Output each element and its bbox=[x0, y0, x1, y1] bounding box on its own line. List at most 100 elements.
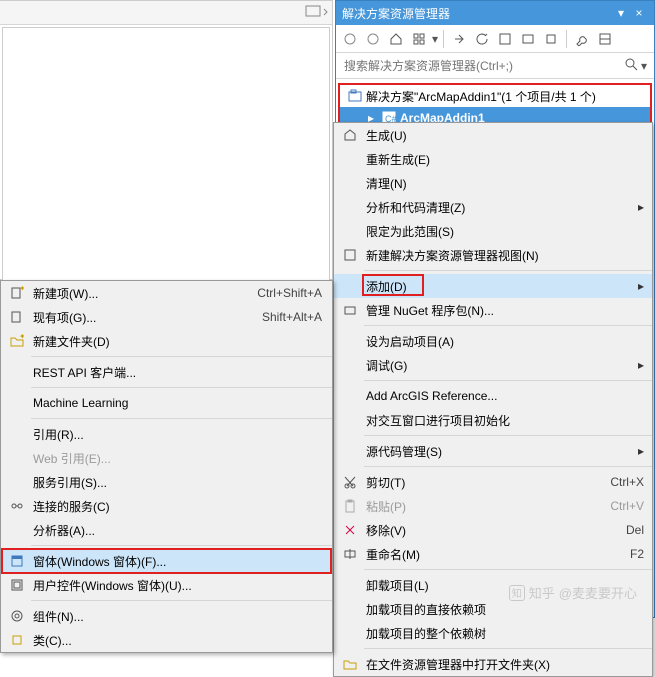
submenu-arrow-icon: ▸ bbox=[632, 279, 644, 293]
context-menu-item[interactable]: 新建解决方案资源管理器视图(N) bbox=[334, 243, 652, 267]
usercontrol-icon bbox=[5, 578, 29, 592]
menu-item-label: 在文件资源管理器中打开文件夹(X) bbox=[362, 656, 644, 673]
submenu-item[interactable]: 连接的服务(C) bbox=[1, 494, 332, 518]
menu-item-label: 添加(D) bbox=[362, 278, 632, 295]
build-icon bbox=[338, 128, 362, 142]
submenu-item-label: 类(C)... bbox=[29, 632, 326, 649]
context-menu-item[interactable]: 分析和代码清理(Z)▸ bbox=[334, 195, 652, 219]
connected-icon bbox=[5, 499, 29, 513]
cut-icon bbox=[338, 475, 362, 489]
refresh-icon[interactable] bbox=[472, 29, 492, 49]
sync-icon[interactable] bbox=[449, 29, 469, 49]
properties-icon[interactable] bbox=[541, 29, 561, 49]
context-menu-item[interactable]: 设为启动项目(A) bbox=[334, 329, 652, 353]
context-menu-item[interactable]: 源代码管理(S)▸ bbox=[334, 439, 652, 463]
submenu-item-label: 用户控件(Windows 窗体)(U)... bbox=[29, 577, 326, 594]
editor-dropdown[interactable] bbox=[304, 4, 328, 21]
collapse-icon[interactable] bbox=[495, 29, 515, 49]
folder-icon bbox=[338, 657, 362, 671]
submenu-item[interactable]: 现有项(G)...Shift+Alt+A bbox=[1, 305, 332, 329]
menu-separator bbox=[31, 600, 332, 601]
toggle-icon[interactable] bbox=[595, 29, 615, 49]
menu-item-label: Add ArcGIS Reference... bbox=[362, 389, 644, 403]
context-menu-item[interactable]: 在文件资源管理器中打开文件夹(X) bbox=[334, 652, 652, 676]
context-menu-item[interactable]: 对交互窗口进行项目初始化 bbox=[334, 408, 652, 432]
forward-icon[interactable] bbox=[363, 29, 383, 49]
submenu-item[interactable]: 组件(N)... bbox=[1, 604, 332, 628]
add-submenu: ✦新建项(W)...Ctrl+Shift+A现有项(G)...Shift+Alt… bbox=[0, 280, 333, 653]
menu-item-label: 加载项目的整个依赖树 bbox=[362, 625, 644, 642]
submenu-item[interactable]: 引用(R)... bbox=[1, 422, 332, 446]
submenu-item[interactable]: Machine Learning bbox=[1, 391, 332, 415]
back-icon[interactable] bbox=[340, 29, 360, 49]
solution-node[interactable]: 解决方案"ArcMapAddin1"(1 个项目/共 1 个) bbox=[340, 85, 650, 107]
component-icon bbox=[5, 609, 29, 623]
grid-icon[interactable] bbox=[409, 29, 429, 49]
watermark-author: @麦麦要开心 bbox=[559, 583, 637, 602]
menu-separator bbox=[364, 435, 652, 436]
menu-item-label: 移除(V) bbox=[362, 522, 626, 539]
submenu-item[interactable]: 服务引用(S)... bbox=[1, 470, 332, 494]
editor-toolbar bbox=[0, 1, 332, 25]
context-menu-item[interactable]: 调试(G)▸ bbox=[334, 353, 652, 377]
menu-separator bbox=[364, 325, 652, 326]
close-icon[interactable]: × bbox=[630, 6, 648, 20]
submenu-item-label: 新建项(W)... bbox=[29, 285, 257, 302]
newitem-icon: ✦ bbox=[5, 286, 29, 300]
menu-item-label: 源代码管理(S) bbox=[362, 443, 632, 460]
submenu-item-label: 引用(R)... bbox=[29, 426, 326, 443]
home-icon[interactable] bbox=[386, 29, 406, 49]
context-menu-item[interactable]: 加载项目的整个依赖树 bbox=[334, 621, 652, 645]
menu-item-label: 粘贴(P) bbox=[362, 498, 610, 515]
menu-item-label: 加载项目的直接依赖项 bbox=[362, 601, 644, 618]
submenu-item[interactable]: 分析器(A)... bbox=[1, 518, 332, 542]
context-menu-item[interactable]: 添加(D)▸ bbox=[334, 274, 652, 298]
submenu-item-label: Web 引用(E)... bbox=[29, 450, 326, 467]
search-icon[interactable] bbox=[624, 57, 638, 74]
newfolder-icon: ✦ bbox=[5, 334, 29, 348]
submenu-item[interactable]: REST API 客户端... bbox=[1, 360, 332, 384]
context-menu-item[interactable]: 剪切(T)Ctrl+X bbox=[334, 470, 652, 494]
menu-item-shortcut: Ctrl+V bbox=[610, 499, 644, 513]
submenu-item[interactable]: ✦新建项(W)...Ctrl+Shift+A bbox=[1, 281, 332, 305]
menu-item-label: 管理 NuGet 程序包(N)... bbox=[362, 302, 644, 319]
submenu-item-label: REST API 客户端... bbox=[29, 364, 326, 381]
watermark: 知 知乎 @麦麦要开心 bbox=[509, 583, 637, 602]
submenu-item-label: 现有项(G)... bbox=[29, 309, 262, 326]
submenu-item-label: 分析器(A)... bbox=[29, 522, 326, 539]
rename-icon bbox=[338, 547, 362, 561]
context-menu-item[interactable]: 清理(N) bbox=[334, 171, 652, 195]
menu-item-label: 剪切(T) bbox=[362, 474, 610, 491]
menu-item-label: 新建解决方案资源管理器视图(N) bbox=[362, 247, 644, 264]
context-menu-item[interactable]: 重命名(M)F2 bbox=[334, 542, 652, 566]
class-icon bbox=[5, 633, 29, 647]
submenu-item-label: 连接的服务(C) bbox=[29, 498, 326, 515]
zhihu-logo-icon: 知 bbox=[509, 585, 525, 601]
menu-separator bbox=[364, 569, 652, 570]
submenu-item-label: 服务引用(S)... bbox=[29, 474, 326, 491]
context-menu-item[interactable]: 粘贴(P)Ctrl+V bbox=[334, 494, 652, 518]
menu-item-shortcut: Ctrl+X bbox=[610, 475, 644, 489]
menu-separator bbox=[364, 648, 652, 649]
submenu-item[interactable]: Web 引用(E)... bbox=[1, 446, 332, 470]
submenu-item[interactable]: ✦新建文件夹(D) bbox=[1, 329, 332, 353]
context-menu-item[interactable]: Add ArcGIS Reference... bbox=[334, 384, 652, 408]
showall-icon[interactable] bbox=[518, 29, 538, 49]
submenu-item[interactable]: 用户控件(Windows 窗体)(U)... bbox=[1, 573, 332, 597]
search-input[interactable] bbox=[340, 57, 624, 75]
context-menu-item[interactable]: 移除(V)Del bbox=[334, 518, 652, 542]
solution-explorer-title: 解决方案资源管理器 bbox=[342, 5, 612, 22]
context-menu-item[interactable]: 限定为此范围(S) bbox=[334, 219, 652, 243]
editor-area bbox=[0, 0, 333, 280]
editor-content[interactable] bbox=[2, 27, 330, 281]
submenu-item[interactable]: 类(C)... bbox=[1, 628, 332, 652]
dropdown-icon[interactable]: ▾ bbox=[612, 6, 630, 20]
context-menu-item[interactable]: 管理 NuGet 程序包(N)... bbox=[334, 298, 652, 322]
submenu-arrow-icon: ▸ bbox=[632, 358, 644, 372]
search-dropdown-icon[interactable]: ▾ bbox=[638, 59, 650, 73]
wrench-icon[interactable] bbox=[572, 29, 592, 49]
menu-item-label: 限定为此范围(S) bbox=[362, 223, 644, 240]
context-menu-item[interactable]: 重新生成(E) bbox=[334, 147, 652, 171]
submenu-item[interactable]: 窗体(Windows 窗体)(F)... bbox=[1, 549, 332, 573]
context-menu-item[interactable]: 生成(U) bbox=[334, 123, 652, 147]
